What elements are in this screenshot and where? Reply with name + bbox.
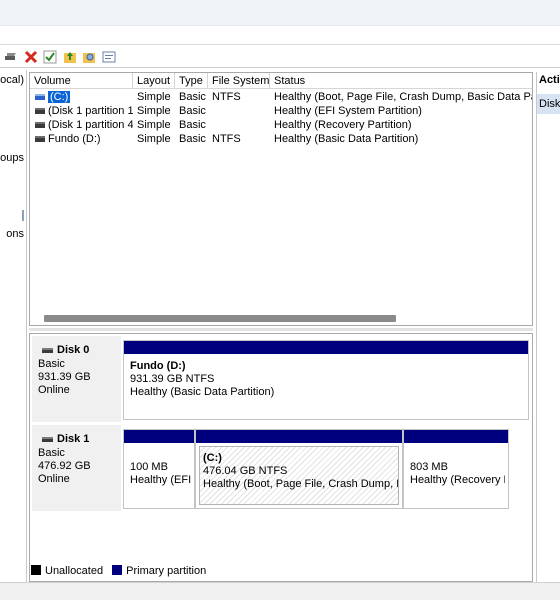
- volume-icon: [35, 122, 45, 129]
- disk-type: Basic: [38, 447, 65, 459]
- disk-name: Disk 1: [57, 433, 90, 445]
- toolbar: [0, 46, 560, 68]
- partition-recovery[interactable]: 803 MB Healthy (Recovery Pa: [403, 429, 509, 509]
- disk-type: Basic: [38, 358, 65, 370]
- volume-list-header: Volume Layout Type File System Status: [30, 73, 532, 89]
- volume-type: Basic: [179, 105, 206, 117]
- volume-status: Healthy (Boot, Page File, Crash Dump, Ba…: [274, 91, 532, 103]
- volume-blue-icon: [35, 94, 45, 101]
- connect-disk-icon[interactable]: [4, 50, 18, 64]
- volume-icon: [35, 108, 45, 115]
- actions-title: Acti: [539, 74, 560, 86]
- volume-name: Fundo (D:): [48, 133, 101, 145]
- volume-row[interactable]: (Disk 1 partition 4) Simple Basic Health…: [30, 118, 532, 132]
- check-icon[interactable]: [43, 50, 57, 64]
- volume-type: Basic: [179, 119, 206, 131]
- tree-item-fragment[interactable]: ons: [6, 228, 24, 240]
- partition-size: 100 MB: [130, 461, 168, 473]
- volume-layout: Simple: [137, 105, 171, 117]
- partition-status: Healthy (EFI S: [130, 474, 191, 486]
- volume-layout: Simple: [137, 91, 171, 103]
- volume-layout: Simple: [137, 133, 171, 145]
- disk-name: Disk 0: [57, 344, 90, 356]
- partition-status: Healthy (Boot, Page File, Crash Dump, Ba…: [203, 478, 398, 490]
- folder-up-icon[interactable]: [63, 50, 77, 64]
- volume-list-pane: Volume Layout Type File System Status (C…: [29, 72, 533, 326]
- volume-icon: [35, 136, 45, 143]
- volume-row[interactable]: (C:) Simple Basic NTFS Healthy (Boot, Pa…: [30, 90, 532, 104]
- partition-size: 476.04 GB NTFS: [203, 465, 288, 477]
- disk-size: 931.39 GB: [38, 371, 91, 383]
- partition-c[interactable]: (C:) 476.04 GB NTFS Healthy (Boot, Page …: [195, 429, 403, 509]
- actions-pane: Acti Disk: [536, 72, 560, 582]
- disk-1-info[interactable]: Disk 1 Basic 476.92 GB Online: [32, 425, 121, 511]
- tree-item-icon-fragment[interactable]: [22, 210, 24, 224]
- volume-status: Healthy (Recovery Partition): [274, 119, 412, 131]
- primary-partition-bar: [196, 430, 402, 443]
- column-header-volume[interactable]: Volume: [30, 73, 133, 89]
- disk-state: Online: [38, 473, 70, 485]
- legend-unallocated: Unallocated: [31, 565, 103, 577]
- primary-partition-bar: [124, 430, 194, 443]
- volume-name: (C:): [48, 91, 71, 103]
- tree-item-fragment[interactable]: oups: [0, 152, 24, 164]
- volume-file-system: [208, 118, 270, 132]
- actions-section-disk[interactable]: Disk: [537, 94, 560, 114]
- volume-type: Basic: [179, 133, 206, 145]
- folder-search-icon[interactable]: [82, 50, 96, 64]
- tree-item-fragment[interactable]: ocal): [0, 74, 24, 86]
- partition-name: (C:): [203, 452, 222, 464]
- partition-size: 931.39 GB NTFS: [130, 373, 215, 385]
- unallocated-swatch: [31, 565, 41, 575]
- column-header-layout[interactable]: Layout: [133, 73, 175, 89]
- status-bar: [0, 582, 560, 600]
- column-header-type[interactable]: Type: [175, 73, 208, 89]
- console-tree-pane: ocal) oups ons: [0, 70, 27, 582]
- volume-row[interactable]: Fundo (D:) Simple Basic NTFS Healthy (Ba…: [30, 132, 532, 146]
- volume-layout: Simple: [137, 119, 171, 131]
- partition-size: 803 MB: [410, 461, 448, 473]
- volume-type: Basic: [179, 91, 206, 103]
- volume-name: (Disk 1 partition 1): [48, 105, 133, 117]
- primary-partition-bar: [124, 341, 528, 354]
- partition-status: Healthy (Basic Data Partition): [130, 386, 275, 398]
- volume-name: (Disk 1 partition 4): [48, 119, 133, 131]
- legend: Unallocated Primary partition: [31, 563, 212, 579]
- partition-status: Healthy (Recovery Pa: [410, 474, 505, 486]
- legend-primary-partition: Primary partition: [112, 565, 206, 577]
- partition-name: Fundo (D:): [130, 360, 186, 372]
- disk-state: Online: [38, 384, 70, 396]
- pane-splitter[interactable]: [29, 328, 533, 331]
- column-header-file-system[interactable]: File System: [208, 73, 270, 89]
- disk-map-pane: Disk 0 Basic 931.39 GB Online Fundo (D:)…: [29, 333, 533, 582]
- properties-icon[interactable]: [102, 50, 116, 64]
- volume-row[interactable]: (Disk 1 partition 1) Simple Basic Health…: [30, 104, 532, 118]
- menu-bar: [0, 27, 560, 45]
- volume-file-system: NTFS: [212, 91, 241, 103]
- disk-0-info[interactable]: Disk 0 Basic 931.39 GB Online: [32, 336, 121, 422]
- volume-status: Healthy (EFI System Partition): [274, 105, 422, 117]
- primary-partition-bar: [404, 430, 508, 443]
- horizontal-scrollbar[interactable]: [44, 315, 396, 322]
- partition-fundo-d[interactable]: Fundo (D:) 931.39 GB NTFS Healthy (Basic…: [123, 340, 529, 420]
- disk-icon: [42, 436, 53, 442]
- primary-partition-swatch: [112, 565, 123, 575]
- delete-icon[interactable]: [24, 50, 38, 64]
- window-title-bar: [0, 0, 560, 26]
- disk-size: 476.92 GB: [38, 460, 91, 472]
- volume-file-system: [208, 104, 270, 118]
- volume-file-system: NTFS: [212, 133, 241, 145]
- partition-efi[interactable]: 100 MB Healthy (EFI S: [123, 429, 195, 509]
- column-header-status[interactable]: Status: [270, 73, 532, 89]
- disk-icon: [42, 347, 53, 353]
- volume-status: Healthy (Basic Data Partition): [274, 133, 419, 145]
